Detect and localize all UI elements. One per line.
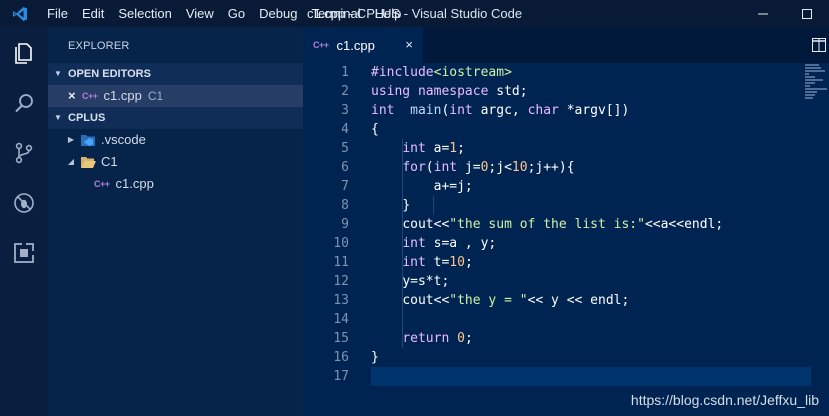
open-editors-label: OPEN EDITORS: [68, 68, 151, 80]
line-number: 8: [341, 198, 349, 213]
code-lines: #include<iostream> using namespace std; …: [371, 63, 811, 386]
chevron-right-icon: ▶: [67, 135, 75, 144]
code-line: for(int j=0;j<10;j++){: [402, 160, 575, 175]
tree-item-c1-folder[interactable]: ◢ C1: [48, 151, 303, 173]
line-number: 1: [341, 65, 349, 80]
files-icon: [15, 43, 32, 64]
explorer-title: EXPLORER: [68, 40, 130, 52]
line-number: 6: [341, 160, 349, 175]
code-line: }: [402, 198, 411, 213]
explorer-sidebar: EXPLORER ▼ OPEN EDITORS × C++ c1.cpp C1 …: [48, 27, 303, 416]
search-activity-button[interactable]: [0, 79, 48, 127]
cpp-file-icon: C++: [313, 40, 329, 50]
close-icon[interactable]: ×: [405, 37, 413, 52]
maximize-icon: [802, 8, 812, 19]
tab-c1-cpp[interactable]: C++ c1.cpp ×: [303, 27, 423, 63]
source-control-icon: [15, 142, 33, 164]
code-line: int a=1;: [402, 141, 465, 156]
code-line: a+=j;: [433, 179, 473, 194]
open-editors-header[interactable]: ▼ OPEN EDITORS: [48, 63, 303, 85]
menu-go[interactable]: Go: [221, 0, 252, 27]
code-line: cout<<"the y = "<< y << endl;: [402, 293, 630, 308]
menu-terminal[interactable]: Terminal: [304, 0, 367, 27]
code-line: int s=a , y;: [402, 236, 497, 251]
activity-bar: [0, 27, 48, 416]
minimap[interactable]: [805, 63, 829, 123]
open-editor-name: c1.cpp: [103, 88, 142, 103]
code-line: int t=10;: [402, 255, 473, 270]
chevron-down-icon: ▼: [54, 113, 62, 122]
menu-file[interactable]: File: [40, 0, 75, 27]
split-editor-button[interactable]: [809, 35, 829, 55]
search-icon: [15, 94, 33, 113]
code-line: #include<iostream>: [371, 65, 512, 80]
line-number: 17: [333, 369, 349, 384]
chevron-down-icon: ▼: [54, 69, 62, 78]
line-number: 9: [341, 217, 349, 232]
line-number: 13: [333, 293, 349, 308]
tree-item-label: C1: [101, 154, 118, 169]
line-number: 14: [333, 312, 349, 327]
menu-selection[interactable]: Selection: [111, 0, 178, 27]
line-number: 4: [341, 122, 349, 137]
menu-edit[interactable]: Edit: [75, 0, 111, 27]
code-line: return 0;: [402, 331, 473, 346]
line-number: 10: [333, 236, 349, 251]
close-icon[interactable]: ×: [68, 85, 82, 107]
line-number: 7: [341, 179, 349, 194]
maximize-button[interactable]: [785, 0, 829, 27]
menu-bar: File Edit Selection View Go Debug Termin…: [40, 0, 408, 27]
line-number: 5: [341, 141, 349, 156]
tree-item-vscode[interactable]: ▶ .vscode: [48, 129, 303, 151]
line-number: 16: [333, 350, 349, 365]
workspace-header[interactable]: ▼ CPLUS: [48, 107, 303, 129]
code-line: using namespace std;: [371, 84, 528, 99]
line-number: 11: [333, 255, 349, 270]
open-editor-folder: C1: [147, 89, 164, 103]
cpp-file-icon: C++: [82, 91, 98, 101]
code-line: cout<<"the sum of the list is:"<<a<<endl…: [402, 217, 724, 232]
line-number: 2: [341, 84, 349, 99]
explorer-activity-button[interactable]: [0, 29, 48, 77]
title-bar: File Edit Selection View Go Debug Termin…: [0, 0, 829, 27]
watermark: https://blog.csdn.net/Jeffxu_lib: [630, 392, 819, 408]
tree-item-label: c1.cpp: [115, 176, 154, 191]
line-number: 3: [341, 103, 349, 118]
tab-bar: C++ c1.cpp ×: [303, 27, 829, 63]
vscode-logo-icon: [0, 0, 40, 27]
folder-open-icon: [81, 157, 96, 168]
vscode-folder-icon: [81, 135, 95, 146]
open-editor-item[interactable]: × C++ c1.cpp C1: [48, 85, 303, 107]
split-editor-icon: [812, 38, 826, 52]
menu-help[interactable]: Help: [368, 0, 409, 27]
source-control-activity-button[interactable]: [0, 129, 48, 177]
minimize-button[interactable]: [741, 0, 785, 27]
current-line[interactable]: [371, 367, 811, 386]
code-line: y=s*t;: [402, 274, 450, 289]
code-line: {: [371, 122, 379, 137]
line-number: 15: [333, 331, 349, 346]
minimize-icon: [758, 13, 768, 14]
tree-item-c1-cpp[interactable]: C++ c1.cpp: [48, 173, 303, 195]
code-editor[interactable]: 1 2 3 4 5 6 7 8 9 10 11 12 13 14 15 16 1…: [303, 63, 829, 416]
tree-item-label: .vscode: [101, 132, 146, 147]
extensions-icon: [14, 242, 35, 263]
extensions-activity-button[interactable]: [0, 229, 48, 277]
debug-icon: [14, 193, 34, 213]
workspace-label: CPLUS: [68, 112, 106, 124]
line-number: 12: [333, 274, 349, 289]
window-controls: [741, 0, 829, 27]
line-number-gutter: 1 2 3 4 5 6 7 8 9 10 11 12 13 14 15 16 1…: [303, 63, 349, 386]
menu-view[interactable]: View: [179, 0, 221, 27]
editor: C++ c1.cpp × 1 2 3 4 5 6 7 8 9 10 11 12 …: [303, 27, 829, 416]
menu-debug[interactable]: Debug: [252, 0, 304, 27]
debug-activity-button[interactable]: [0, 179, 48, 227]
code-line: int main(int argc, char *argv[]): [371, 103, 630, 118]
chevron-down-icon: ◢: [67, 157, 75, 166]
cpp-file-icon: C++: [94, 179, 110, 189]
code-line: }: [371, 350, 379, 365]
tab-label: c1.cpp: [336, 37, 375, 53]
